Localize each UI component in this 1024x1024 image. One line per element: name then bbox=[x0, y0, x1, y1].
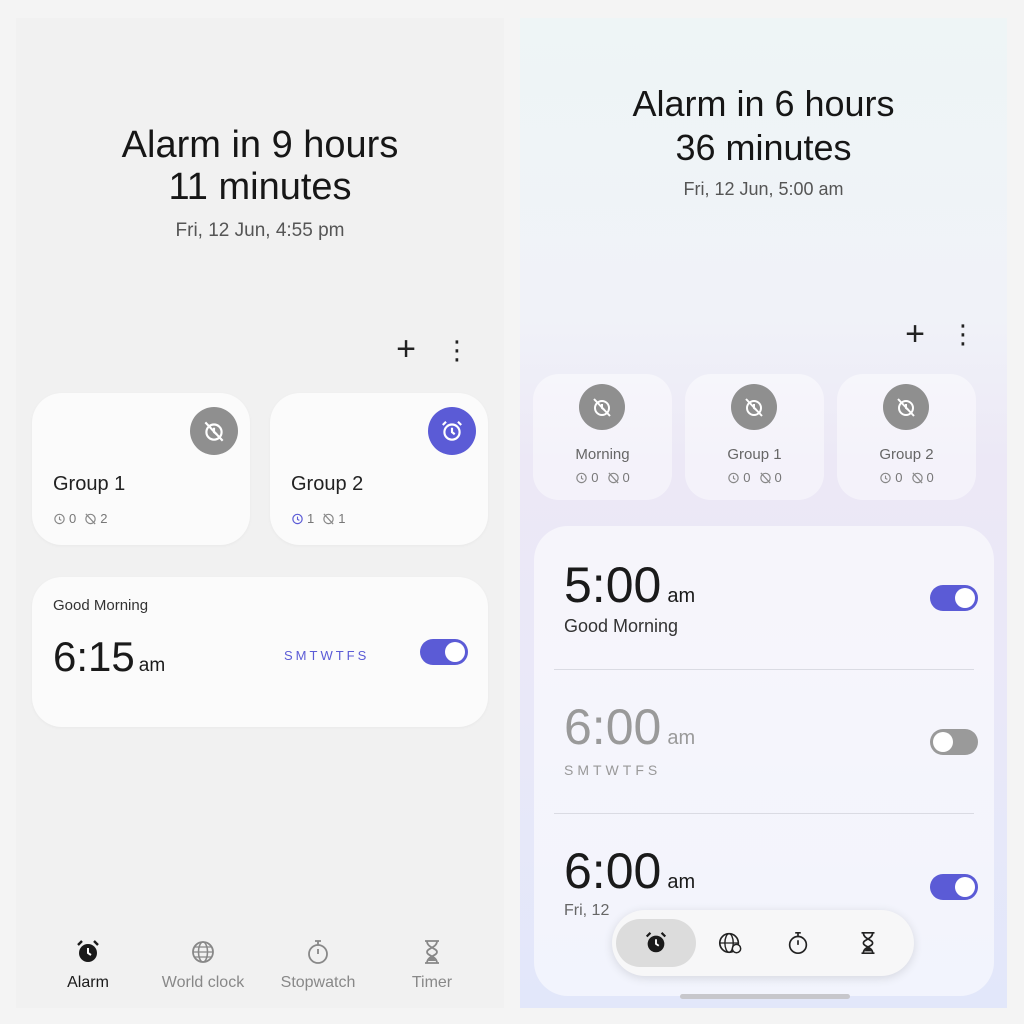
tab-alarm[interactable]: Alarm bbox=[33, 938, 143, 992]
group-counts: 0 2 bbox=[53, 511, 107, 526]
alarm-toggle[interactable] bbox=[930, 585, 978, 611]
hourglass-icon bbox=[425, 940, 439, 964]
more-options-button[interactable]: ⋮ bbox=[950, 320, 976, 348]
alarm-clock-icon bbox=[77, 940, 99, 962]
alarm-toggle[interactable] bbox=[930, 874, 978, 900]
inactive-count: 2 bbox=[84, 511, 107, 526]
alarm-days: SMTWTFS bbox=[564, 762, 662, 778]
divider bbox=[554, 813, 974, 814]
divider bbox=[554, 669, 974, 670]
alarm-days: SMTWTFS bbox=[284, 648, 370, 663]
alarm-time: 5:00 am bbox=[564, 557, 696, 613]
right-screen: Alarm in 6 hours 36 minutes Fri, 12 Jun,… bbox=[520, 18, 1007, 1008]
alarm-clock-icon bbox=[292, 513, 303, 525]
alarm-time: 6:00 am bbox=[564, 843, 696, 899]
active-count: 0 bbox=[53, 511, 76, 526]
group-counts: 0 0 bbox=[837, 470, 976, 485]
group-card-1[interactable]: Group 1 0 2 bbox=[32, 393, 250, 545]
globe-icon bbox=[718, 932, 742, 954]
alarm-ampm: am bbox=[138, 655, 166, 676]
group-counts: 0 0 bbox=[533, 470, 672, 485]
tab-label: Stopwatch bbox=[280, 974, 356, 991]
alarm-time-value: 6:15 bbox=[53, 633, 135, 680]
next-alarm-headline: Alarm in 6 hours 36 minutes bbox=[520, 82, 1007, 170]
active-count: 1 bbox=[291, 511, 314, 526]
home-indicator[interactable] bbox=[680, 994, 850, 999]
alarm-clock-icon bbox=[54, 513, 65, 525]
alarm-item[interactable]: 6:00 am Fri, 12 bbox=[564, 842, 974, 920]
group-name: Group 2 bbox=[291, 473, 364, 495]
group-name: Morning bbox=[575, 446, 630, 463]
alarm-toggle[interactable] bbox=[930, 729, 978, 755]
left-screen: Alarm in 9 hours 11 minutes Fri, 12 Jun,… bbox=[16, 18, 504, 1008]
alarm-off-icon bbox=[911, 472, 923, 484]
bottom-tab-bar: Alarm World clock Stopwatch Timer bbox=[16, 938, 504, 998]
alarm-clock-icon bbox=[728, 472, 740, 484]
tab-label: Alarm bbox=[67, 974, 109, 991]
alarm-item[interactable]: 6:00 am SMTWTFS bbox=[564, 698, 974, 778]
alarm-item[interactable]: 5:00 am Good Morning bbox=[564, 556, 974, 637]
nav-timer[interactable] bbox=[828, 919, 908, 967]
tab-label: Timer bbox=[411, 974, 453, 991]
add-alarm-button[interactable]: + bbox=[391, 332, 421, 366]
stopwatch-icon bbox=[308, 940, 328, 964]
alarm-clock-icon bbox=[880, 472, 892, 484]
headline-line-2: 11 minutes bbox=[168, 166, 352, 208]
alarm-label: Good Morning bbox=[564, 616, 679, 636]
group-counts: 0 0 bbox=[685, 470, 824, 485]
group-name: Group 1 bbox=[53, 473, 126, 495]
group-name: Group 1 bbox=[727, 446, 782, 463]
next-alarm-headline: Alarm in 9 hours 11 minutes bbox=[16, 124, 504, 208]
alarm-time: 6:15 am bbox=[53, 633, 165, 681]
toggle-knob bbox=[445, 642, 465, 662]
group-tile-group-2[interactable]: Group 2 0 0 bbox=[837, 374, 976, 500]
more-options-button[interactable]: ⋮ bbox=[444, 336, 470, 364]
alarm-off-icon bbox=[883, 384, 929, 430]
alarm-off-icon[interactable] bbox=[190, 407, 238, 455]
floating-nav-bar bbox=[612, 910, 914, 976]
group-tile-group-1[interactable]: Group 1 0 0 bbox=[685, 374, 824, 500]
stopwatch-icon bbox=[788, 931, 808, 955]
tab-label: World clock bbox=[161, 974, 245, 991]
tab-stopwatch[interactable]: Stopwatch bbox=[263, 938, 373, 992]
alarm-time: 6:00 am bbox=[564, 699, 696, 755]
alarm-toggle[interactable] bbox=[420, 639, 468, 665]
add-alarm-button[interactable]: + bbox=[900, 317, 930, 351]
tab-world-clock[interactable]: World clock bbox=[148, 938, 258, 992]
tab-timer[interactable]: Timer bbox=[377, 938, 487, 992]
alarm-label: Good Morning bbox=[53, 597, 149, 614]
nav-alarm[interactable] bbox=[616, 919, 696, 967]
group-counts: 1 1 bbox=[291, 511, 345, 526]
group-tile-morning[interactable]: Morning 0 0 bbox=[533, 374, 672, 500]
hourglass-icon bbox=[861, 931, 875, 955]
headline-line-2: 36 minutes bbox=[675, 127, 852, 168]
next-alarm-datetime: Fri, 12 Jun, 5:00 am bbox=[683, 179, 844, 199]
alarm-off-icon bbox=[85, 513, 96, 525]
alarm-clock-icon bbox=[645, 931, 667, 953]
alarm-off-icon bbox=[579, 384, 625, 430]
alarm-off-icon bbox=[607, 472, 619, 484]
alarm-clock-icon[interactable] bbox=[428, 407, 476, 455]
headline-line-1: Alarm in 9 hours bbox=[121, 124, 399, 166]
group-name: Group 2 bbox=[879, 446, 934, 463]
nav-stopwatch[interactable] bbox=[758, 919, 838, 967]
globe-icon bbox=[192, 941, 214, 963]
inactive-count: 1 bbox=[322, 511, 345, 526]
alarm-off-icon bbox=[323, 513, 334, 525]
headline-line-1: Alarm in 6 hours bbox=[632, 83, 895, 124]
group-card-2[interactable]: Group 2 1 1 bbox=[270, 393, 488, 545]
next-alarm-datetime: Fri, 12 Jun, 4:55 pm bbox=[175, 220, 345, 241]
alarm-off-icon bbox=[759, 472, 771, 484]
alarm-off-icon bbox=[731, 384, 777, 430]
alarm-card[interactable]: Good Morning 6:15 am SMTWTFS bbox=[32, 577, 488, 727]
alarm-clock-icon bbox=[576, 472, 588, 484]
